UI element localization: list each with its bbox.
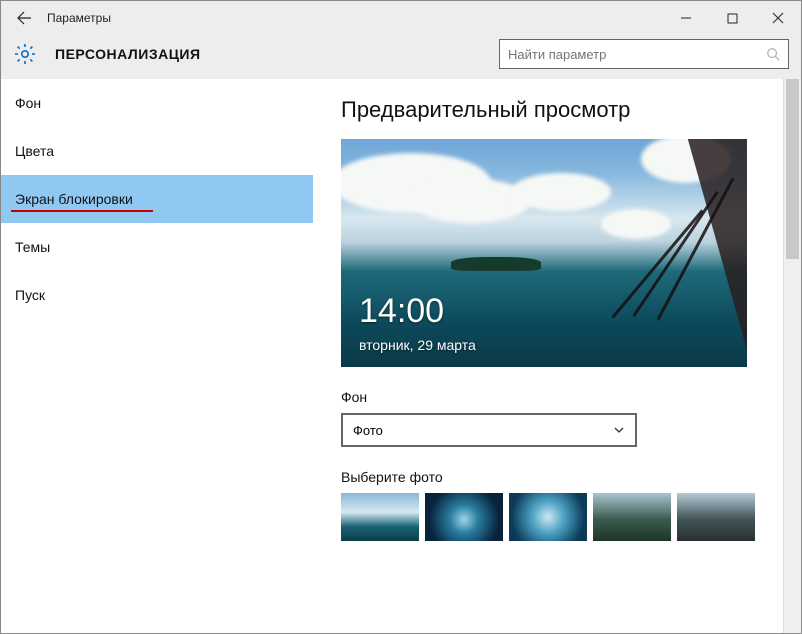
back-button[interactable] [1,1,47,35]
maximize-button[interactable] [709,1,755,35]
photo-thumb[interactable] [509,493,587,541]
sidebar-item-label: Фон [15,95,41,111]
close-icon [772,12,784,24]
close-button[interactable] [755,1,801,35]
photo-thumb[interactable] [677,493,755,541]
titlebar: Параметры [1,1,801,35]
gear-icon [13,42,37,66]
window-title: Параметры [47,11,111,25]
content: Предварительный просмотр 14:00 вторник, … [313,79,783,633]
vertical-scrollbar[interactable] [783,79,801,633]
lockscreen-preview: 14:00 вторник, 29 марта [341,139,747,367]
sidebar-item-start[interactable]: Пуск [1,271,313,319]
background-dropdown[interactable]: Фото [341,413,637,447]
background-label: Фон [341,389,755,405]
dropdown-value: Фото [353,423,613,438]
arrow-left-icon [16,10,32,26]
photo-thumb[interactable] [593,493,671,541]
sidebar-item-colors[interactable]: Цвета [1,127,313,175]
sidebar-item-label: Цвета [15,143,54,159]
header: ПЕРСОНАЛИЗАЦИЯ [1,35,801,79]
sidebar-item-lockscreen[interactable]: Экран блокировки [1,175,313,223]
sidebar-item-label: Экран блокировки [15,191,133,207]
annotation-underline [11,210,153,212]
minimize-button[interactable] [663,1,709,35]
sidebar-item-label: Темы [15,239,50,255]
content-area: Предварительный просмотр 14:00 вторник, … [313,79,801,633]
photo-thumbnails [341,493,755,541]
clock-time: 14:00 [359,292,444,331]
page-heading: ПЕРСОНАЛИЗАЦИЯ [55,46,201,62]
body: Фон Цвета Экран блокировки Темы Пуск Пре… [1,79,801,633]
sidebar-item-themes[interactable]: Темы [1,223,313,271]
settings-window: Параметры ПЕРСОНАЛИЗАЦИЯ Фон Цвета Экран… [0,0,802,634]
chevron-down-icon [613,424,625,436]
sidebar-item-label: Пуск [15,287,45,303]
sidebar: Фон Цвета Экран блокировки Темы Пуск [1,79,313,633]
clock-date: вторник, 29 марта [359,337,476,353]
search-icon [766,47,780,61]
choose-photo-label: Выберите фото [341,469,755,485]
search-box[interactable] [499,39,789,69]
minimize-icon [680,12,692,24]
preview-heading: Предварительный просмотр [341,97,755,123]
maximize-icon [727,13,738,24]
search-input[interactable] [508,47,766,62]
photo-thumb[interactable] [425,493,503,541]
scrollbar-thumb[interactable] [786,79,799,259]
sidebar-item-background[interactable]: Фон [1,79,313,127]
photo-thumb[interactable] [341,493,419,541]
